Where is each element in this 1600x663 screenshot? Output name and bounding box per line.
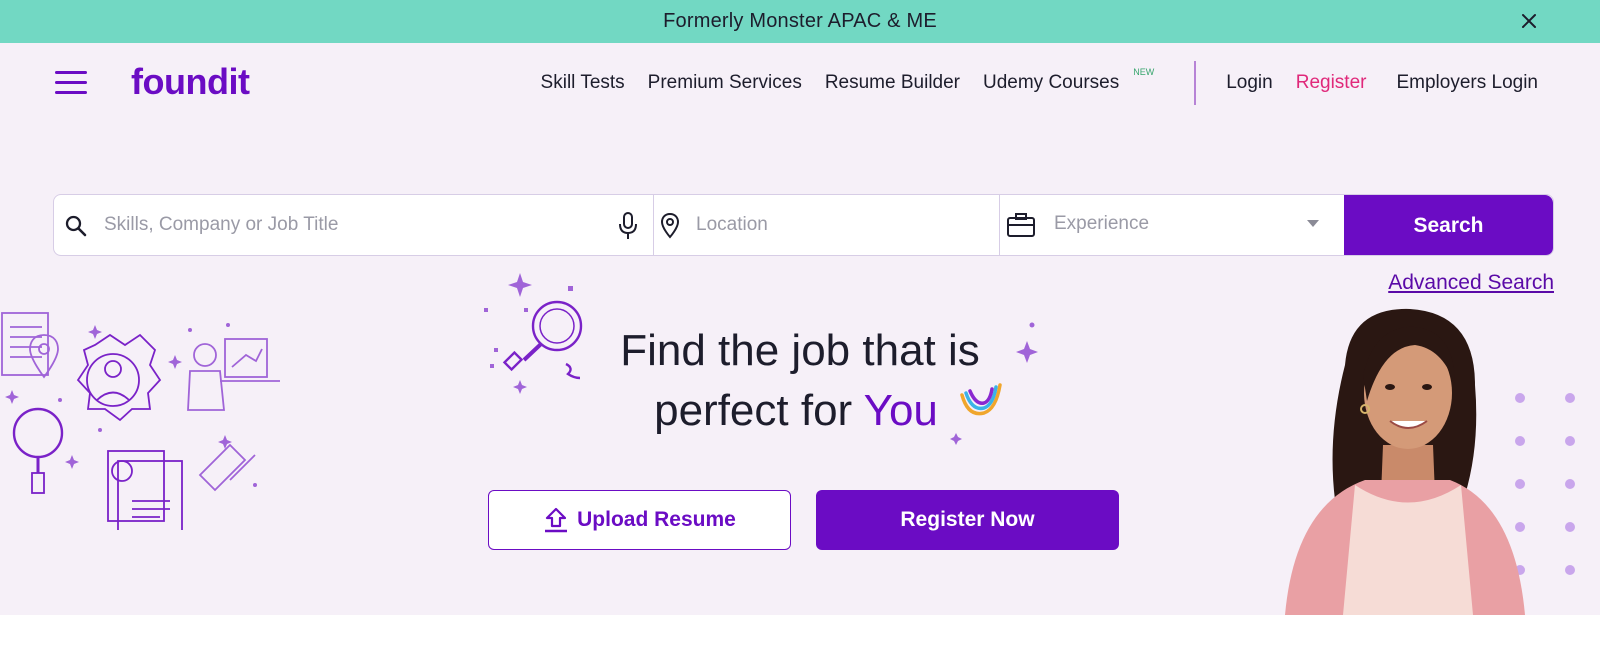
job-search-bar: Experience Search [53,194,1554,256]
top-nav: Skill Tests Premium Services Resume Buil… [541,61,1538,105]
close-icon[interactable] [1518,10,1540,32]
upload-icon [545,507,568,533]
nav-skill-tests[interactable]: Skill Tests [541,72,625,94]
nav-employers-login[interactable]: Employers Login [1396,72,1538,94]
nav-resume-builder[interactable]: Resume Builder [825,72,960,94]
skills-input[interactable] [104,195,604,255]
smiling-woman-photo [1285,308,1525,615]
upload-resume-label: Upload Resume [577,508,736,531]
upload-resume-button[interactable]: Upload Resume [488,490,791,550]
advanced-search-link[interactable]: Advanced Search [1388,271,1554,295]
location-pin-icon [660,212,680,239]
search-button[interactable]: Search [1344,195,1553,255]
headline-line-1: Find the job that is [620,326,980,375]
nav-udemy-courses[interactable]: Udemy Courses [983,72,1119,94]
register-now-button[interactable]: Register Now [816,490,1119,550]
top-banner: Formerly Monster APAC & ME [0,0,1600,43]
location-segment [654,195,1000,255]
banner-text: Formerly Monster APAC & ME [663,10,937,32]
hero-section: foundit Skill Tests Premium Services Res… [0,43,1600,615]
microphone-icon[interactable] [616,211,640,241]
skills-segment [54,195,654,255]
new-badge: NEW [1133,67,1155,77]
nav-premium-services[interactable]: Premium Services [648,72,802,94]
nav-login[interactable]: Login [1226,72,1273,94]
location-input[interactable] [696,195,986,255]
headline-highlight: You [863,386,938,435]
foundit-logo[interactable]: foundit [131,61,250,102]
logo-text: foundit [131,61,250,102]
hero-headline: Find the job that is perfect for You [590,321,1010,441]
nav-divider [1194,61,1197,105]
chevron-down-icon [1307,220,1319,227]
search-icon [65,215,87,237]
rainbow-swoosh-icon [960,383,1002,416]
job-search-illustration [1,312,280,530]
briefcase-icon [1007,213,1035,237]
headline-line-2-prefix: perfect for [654,386,853,435]
experience-placeholder: Experience [1054,213,1150,234]
experience-dropdown[interactable]: Experience [1000,195,1346,255]
menu-icon[interactable] [55,71,87,97]
nav-register[interactable]: Register [1296,72,1367,94]
